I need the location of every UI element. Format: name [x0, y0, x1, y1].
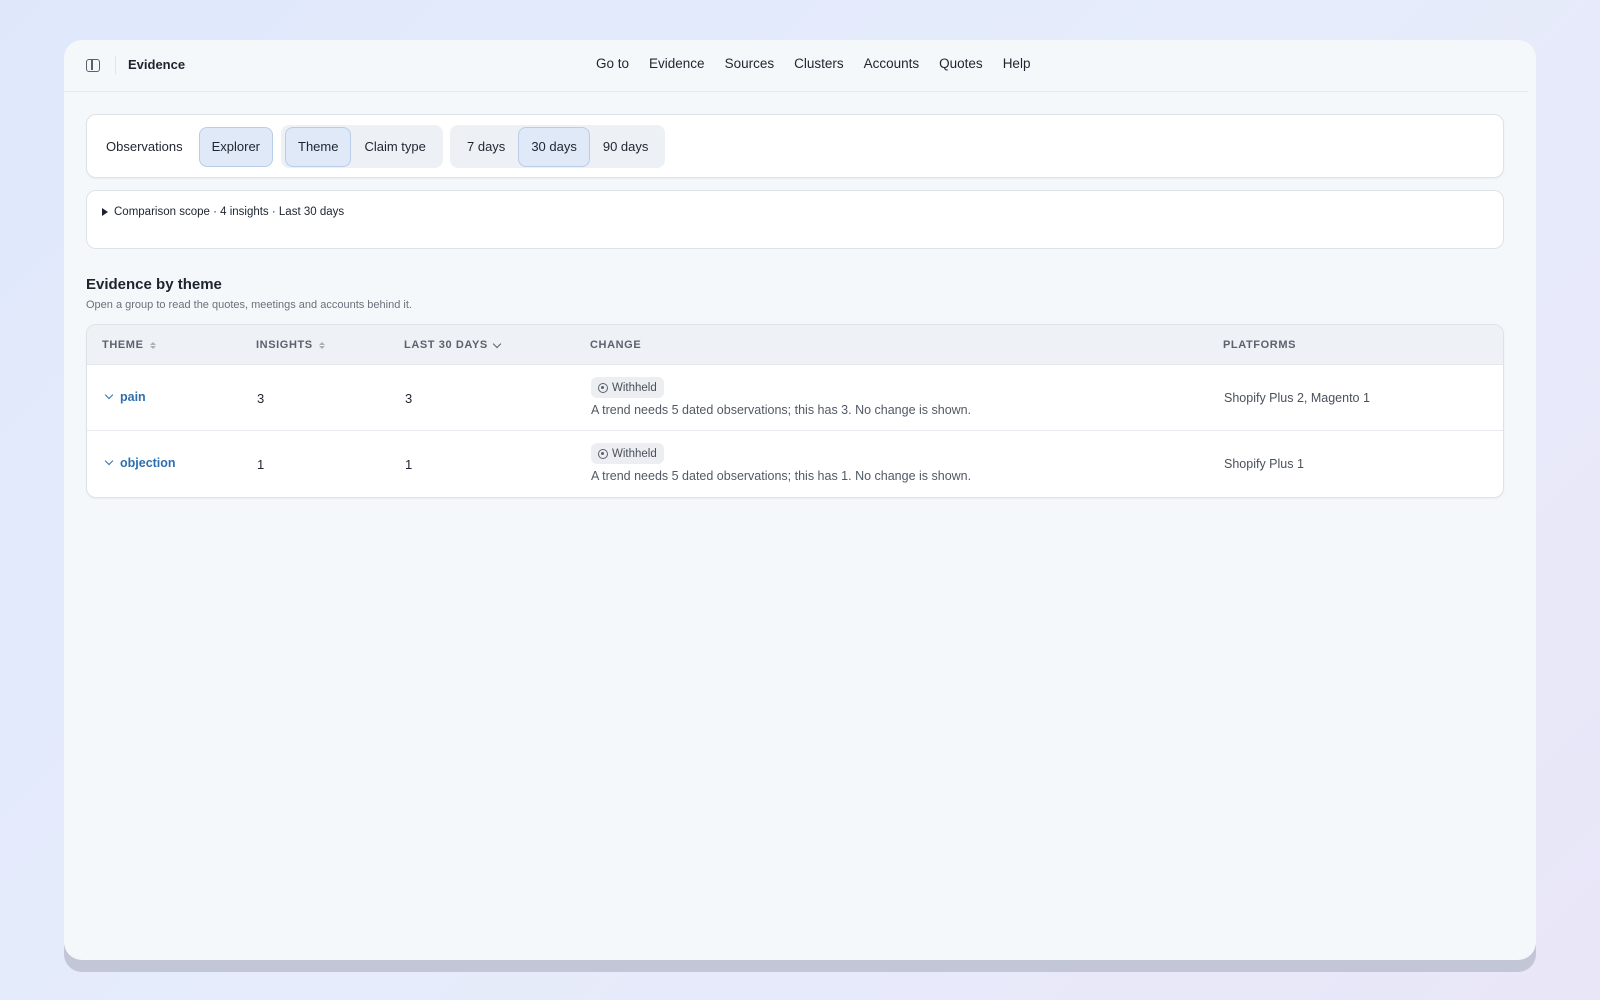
evidence-table: THEME INSIGHTS LAST 30 DAYS CHANGE PLATF…	[86, 324, 1504, 498]
expand-theme-pain[interactable]: pain	[104, 390, 146, 404]
status-badge: Withheld	[591, 443, 664, 464]
top-nav: Go to Evidence Sources Clusters Accounts…	[596, 56, 1030, 71]
change-note: A trend needs 5 dated observations; this…	[591, 403, 972, 417]
group-claim-type-button[interactable]: Claim type	[351, 127, 438, 167]
status-badge-label: Withheld	[612, 447, 657, 460]
comparison-scope-panel: Comparison scope · 4 insights · Last 30 …	[86, 190, 1504, 249]
nav-go-to[interactable]: Go to	[596, 56, 629, 71]
platforms-cell: Shopify Plus 2, Magento 1	[1224, 391, 1370, 405]
controls-bar: Observations Explorer Theme Claim type 7…	[86, 114, 1504, 178]
col-insights-label: INSIGHTS	[256, 339, 313, 351]
group-by-toggle: Theme Claim type	[281, 125, 443, 168]
last-30-days-count: 3	[405, 391, 413, 406]
top-bar: Evidence Go to Evidence Sources Clusters…	[64, 40, 1528, 92]
divider	[115, 56, 116, 74]
nav-accounts[interactable]: Accounts	[864, 56, 920, 71]
app-window: Evidence Go to Evidence Sources Clusters…	[64, 40, 1536, 960]
chevron-down-icon	[104, 456, 114, 466]
theme-name: pain	[120, 390, 146, 404]
withheld-icon	[598, 382, 608, 393]
col-theme[interactable]: THEME	[102, 339, 156, 351]
col-last-30-days[interactable]: LAST 30 DAYS	[404, 339, 502, 351]
explorer-button[interactable]: Explorer	[198, 126, 274, 167]
col-change: CHANGE	[590, 339, 642, 351]
nav-sources[interactable]: Sources	[725, 56, 775, 71]
status-badge: Withheld	[591, 377, 664, 398]
view-toggle: Observations Explorer	[93, 125, 274, 168]
col-last-30-days-label: LAST 30 DAYS	[404, 339, 488, 351]
change-cell: Withheld A trend needs 5 dated observati…	[591, 377, 971, 417]
nav-quotes[interactable]: Quotes	[939, 56, 983, 71]
change-note: A trend needs 5 dated observations; this…	[591, 469, 972, 483]
range-30-days-button[interactable]: 30 days	[518, 126, 590, 167]
section-title: Evidence by theme	[86, 276, 222, 293]
group-theme-button[interactable]: Theme	[285, 126, 352, 167]
section-subtitle: Open a group to read the quotes, meeting…	[86, 299, 412, 311]
platforms-cell: Shopify Plus 1	[1224, 457, 1304, 471]
range-90-days-button[interactable]: 90 days	[590, 127, 662, 167]
change-cell: Withheld A trend needs 5 dated observati…	[591, 443, 971, 483]
observations-button[interactable]: Observations	[93, 127, 196, 167]
comparison-scope-label: Comparison scope · 4 insights · Last 30 …	[114, 206, 345, 218]
last-30-days-count: 1	[405, 457, 413, 472]
table-row: pain 3 3 Withheld A trend needs 5 dated …	[87, 365, 1503, 431]
nav-help[interactable]: Help	[1003, 56, 1031, 71]
withheld-icon	[598, 448, 608, 459]
col-theme-label: THEME	[102, 339, 144, 351]
table-header: THEME INSIGHTS LAST 30 DAYS CHANGE PLATF…	[87, 325, 1503, 365]
expand-theme-objection[interactable]: objection	[104, 456, 176, 470]
sort-icon	[318, 341, 325, 349]
col-insights[interactable]: INSIGHTS	[256, 339, 325, 351]
page-title: Evidence	[128, 57, 186, 72]
sort-icon	[149, 341, 156, 349]
nav-evidence[interactable]: Evidence	[649, 56, 705, 71]
theme-name: objection	[120, 456, 176, 470]
comparison-scope-toggle[interactable]: Comparison scope · 4 insights · Last 30 …	[102, 206, 344, 218]
disclosure-triangle-icon	[102, 208, 108, 216]
col-platforms: PLATFORMS	[1223, 339, 1297, 351]
chevron-down-icon	[104, 390, 114, 400]
status-badge-label: Withheld	[612, 381, 657, 394]
range-7-days-button[interactable]: 7 days	[454, 127, 518, 167]
sidebar-toggle-icon[interactable]	[86, 59, 100, 72]
insights-count: 3	[257, 391, 265, 406]
sort-descending-icon	[492, 339, 502, 348]
insights-count: 1	[257, 457, 265, 472]
nav-clusters[interactable]: Clusters	[794, 56, 844, 71]
range-toggle: 7 days 30 days 90 days	[450, 125, 666, 168]
table-row: objection 1 1 Withheld A trend needs 5 d…	[87, 432, 1503, 497]
